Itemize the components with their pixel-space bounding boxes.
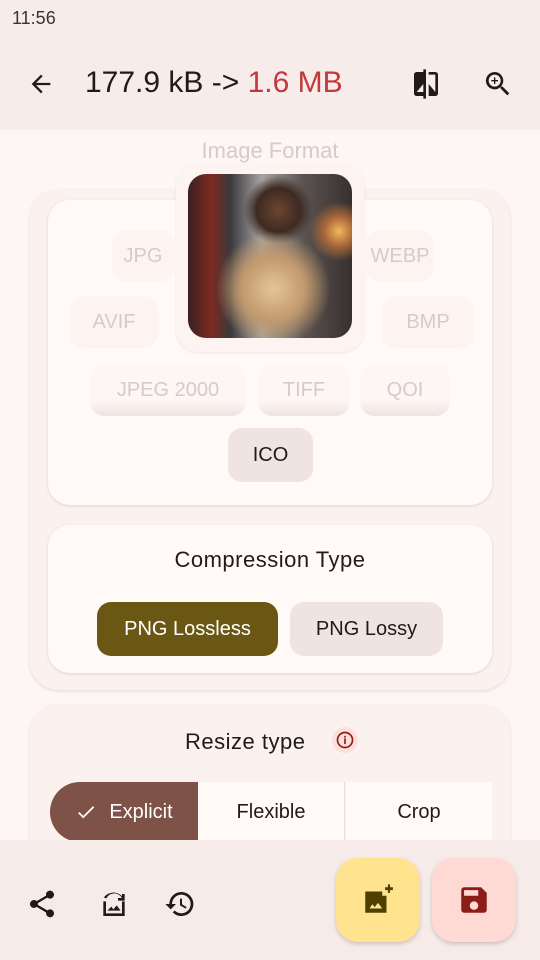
new-size: 1.6 MB <box>247 66 343 99</box>
image-preview <box>188 174 352 338</box>
format-chip-qoi[interactable]: QOI <box>360 364 450 416</box>
top-app-bar: 177.9 kB -> 1.6 MB <box>0 36 540 130</box>
resize-flexible-segment[interactable]: Flexible <box>198 782 345 842</box>
format-chip-tiff[interactable]: TIFF <box>258 364 350 416</box>
share-icon[interactable] <box>26 888 58 920</box>
format-chip-bmp[interactable]: BMP <box>382 296 474 348</box>
compression-type-title: Compression Type <box>174 547 366 572</box>
png-lossless-button[interactable]: PNG Lossless <box>97 602 278 656</box>
format-chip-jpeg2000[interactable]: JPEG 2000 <box>90 364 246 416</box>
status-bar: 11:56 <box>0 0 540 36</box>
resize-explicit-segment[interactable]: Explicit <box>50 782 198 842</box>
resize-crop-segment[interactable]: Crop <box>346 782 492 842</box>
check-icon <box>78 806 95 819</box>
explicit-label: Explicit <box>109 800 173 823</box>
history-icon[interactable] <box>164 888 196 920</box>
edit-image-icon[interactable] <box>98 888 130 920</box>
add-photo-icon <box>365 884 393 913</box>
info-icon[interactable] <box>332 727 358 753</box>
image-format-title: Image Format <box>201 138 339 163</box>
format-chip-avif[interactable]: AVIF <box>70 296 158 348</box>
status-time: 11:56 <box>12 8 56 28</box>
format-chip-webp[interactable]: WEBP <box>366 230 434 282</box>
original-size: 177.9 kB <box>85 66 204 99</box>
save-icon <box>461 887 487 913</box>
format-chip-jpg[interactable]: JPG <box>112 230 174 282</box>
image-preview-card[interactable] <box>176 164 364 352</box>
zoom-in-icon[interactable] <box>482 68 514 100</box>
back-arrow-icon[interactable] <box>26 70 56 98</box>
arrow-text: -> <box>203 66 248 99</box>
compression-type-card: Compression Type PNG Lossless PNG Lossy <box>48 525 492 673</box>
bottom-app-bar <box>0 840 540 960</box>
compare-icon[interactable] <box>410 68 442 100</box>
save-button[interactable] <box>432 858 516 942</box>
add-image-button[interactable] <box>336 858 420 942</box>
size-comparison-title: 177.9 kB -> 1.6 MB <box>85 66 343 100</box>
format-chip-ico[interactable]: ICO <box>228 428 313 482</box>
resize-type-title: Resize type <box>185 729 306 754</box>
png-lossy-button[interactable]: PNG Lossy <box>290 602 443 656</box>
